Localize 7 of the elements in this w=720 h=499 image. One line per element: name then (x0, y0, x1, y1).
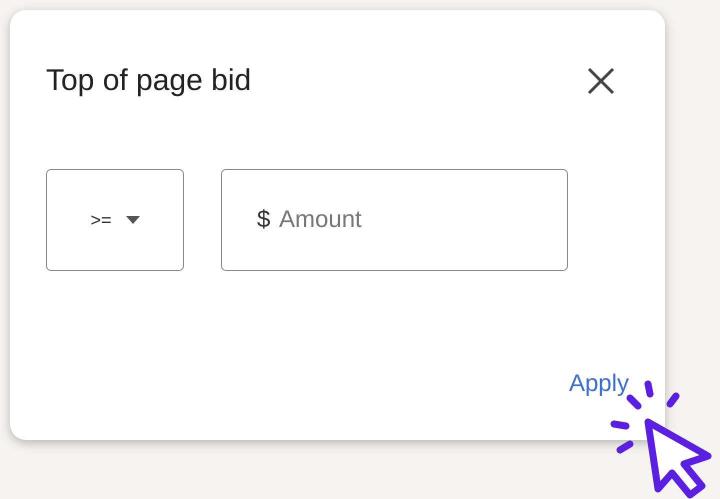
currency-prefix: $ (257, 206, 270, 234)
caret-icon (126, 216, 140, 224)
operator-dropdown[interactable]: >= (46, 169, 184, 271)
close-icon (585, 65, 617, 97)
dialog-title: Top of page bid (46, 64, 252, 98)
apply-link[interactable]: Apply (568, 370, 629, 398)
close-button[interactable] (585, 65, 617, 97)
